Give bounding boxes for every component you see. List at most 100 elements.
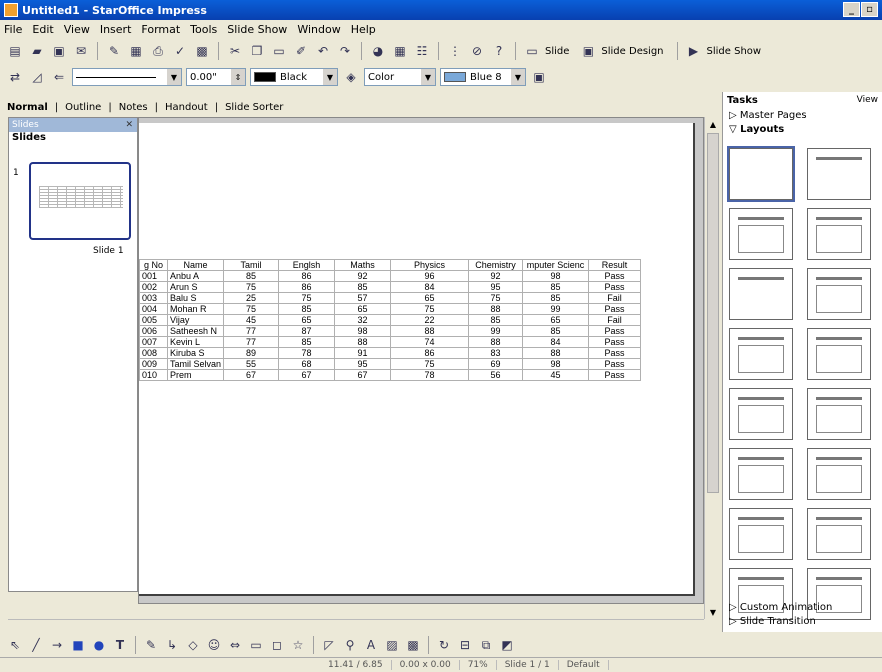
curve-icon[interactable]: ✎ [142,636,160,654]
table-cell[interactable]: 85 [223,270,280,282]
export-pdf-icon[interactable]: ▦ [127,42,145,60]
layout-title-only-2[interactable] [729,268,793,320]
table-cell[interactable]: Balu S [166,292,225,304]
menu-edit[interactable]: Edit [32,23,53,36]
undo-icon[interactable]: ↶ [314,42,332,60]
tasks-view-menu[interactable]: View [857,95,878,105]
basic-shapes-icon[interactable]: ◇ [184,636,202,654]
table-cell[interactable]: 67 [223,369,280,381]
table-cell[interactable]: 25 [223,292,280,304]
table-cell[interactable]: Pass [588,281,642,293]
table-cell[interactable]: 85 [278,336,336,348]
data-table[interactable]: g No Name Tamil Englsh Maths Physics Che… [139,259,642,381]
arrow-style-icon[interactable]: ⇄ [6,68,24,86]
table-cell[interactable]: 95 [334,358,392,370]
table-cell[interactable]: Vijay [166,314,225,326]
line-style-select[interactable]: ▼ [72,68,182,86]
table-cell[interactable]: Pass [588,336,642,348]
line-icon[interactable]: ◿ [28,68,46,86]
paste-icon[interactable]: ▭ [270,42,288,60]
table-cell[interactable]: 003 [139,292,168,304]
edit-file-icon[interactable]: ✎ [105,42,123,60]
symbol-shapes-icon[interactable]: ☺ [205,636,223,654]
table-cell[interactable]: Tamil Selvan [166,358,225,370]
menu-tools[interactable]: Tools [190,23,217,36]
slide-icon[interactable]: ▭ [523,42,541,60]
table-cell[interactable]: 87 [278,325,336,337]
minimize-button[interactable]: _ [843,2,860,17]
fill-color-select[interactable]: Blue 8 ▼ [440,68,526,86]
rectangle-icon[interactable]: ■ [69,636,87,654]
table-cell[interactable]: Pass [588,369,642,381]
horizontal-scrollbar[interactable] [8,619,704,631]
stars-icon[interactable]: ☆ [289,636,307,654]
menu-format[interactable]: Format [141,23,180,36]
line-color-select[interactable]: Black ▼ [250,68,338,86]
table-cell[interactable]: 77 [223,325,280,337]
table-cell[interactable]: 88 [334,336,392,348]
table-cell[interactable]: 91 [334,347,392,359]
layout-title-content[interactable] [729,208,793,260]
table-cell[interactable]: 85 [522,292,590,304]
menu-window[interactable]: Window [297,23,340,36]
table-cell[interactable]: 45 [522,369,590,381]
tab-outline[interactable]: Outline [62,101,104,114]
copy-icon[interactable]: ❐ [248,42,266,60]
table-cell[interactable]: 45 [223,314,280,326]
scroll-up-icon[interactable]: ▲ [705,117,721,131]
slide-design-icon[interactable]: ▣ [579,42,597,60]
table-cell[interactable]: 84 [522,336,590,348]
scroll-down-icon[interactable]: ▼ [705,605,721,619]
table-cell[interactable]: Satheesh N [166,325,225,337]
area-fill-icon[interactable]: ◈ [342,68,360,86]
table-cell[interactable]: Pass [588,347,642,359]
custom-animation-section[interactable]: ▷ Custom Animation [723,600,882,614]
ellipse-icon[interactable]: ● [90,636,108,654]
table-cell[interactable]: 74 [390,336,470,348]
table-cell[interactable]: 001 [139,270,168,282]
table-cell[interactable]: 22 [390,314,470,326]
select-icon[interactable]: ⇖ [6,636,24,654]
layout-title-2-content[interactable] [807,208,871,260]
close-icon[interactable]: ✕ [125,120,133,130]
layouts-section[interactable]: ▽ Layouts [723,122,882,136]
navigator-icon[interactable]: ☷ [413,42,431,60]
extrusion-icon[interactable]: ◩ [498,636,516,654]
table-cell[interactable]: 99 [468,325,524,337]
master-pages-section[interactable]: ▷ Master Pages [723,108,882,122]
table-cell[interactable]: 56 [468,369,524,381]
table-cell[interactable]: 88 [468,303,524,315]
redo-icon[interactable]: ↷ [336,42,354,60]
help-icon[interactable]: ? [490,42,508,60]
table-cell[interactable]: 69 [468,358,524,370]
table-cell[interactable]: 004 [139,303,168,315]
table-cell[interactable]: Mohan R [166,303,225,315]
table-cell[interactable]: 67 [278,369,336,381]
table-cell[interactable]: 010 [139,369,168,381]
layout-blank[interactable] [727,146,795,202]
slide-transition-section[interactable]: ▷ Slide Transition [723,614,882,628]
line-width-field[interactable]: 0.00" ⇕ [186,68,246,86]
table-cell[interactable]: 98 [522,358,590,370]
table-cell[interactable]: 65 [390,292,470,304]
fontwork-icon[interactable]: A [362,636,380,654]
table-cell[interactable]: 95 [468,281,524,293]
slide-thumbnail[interactable] [29,162,131,240]
align-icon[interactable]: ⊟ [456,636,474,654]
fill-mode-select[interactable]: Color ▼ [364,68,436,86]
email-icon[interactable]: ✉ [72,42,90,60]
table-cell[interactable]: 85 [334,281,392,293]
table-cell[interactable]: 88 [522,347,590,359]
slide-canvas[interactable]: g No Name Tamil Englsh Maths Physics Che… [139,123,695,596]
table-cell[interactable]: 78 [390,369,470,381]
table-cell[interactable]: 75 [278,292,336,304]
layout-chart[interactable] [729,328,793,380]
table-cell[interactable]: 32 [334,314,392,326]
arrange-icon[interactable]: ⧉ [477,636,495,654]
table-cell[interactable]: Kevin L [166,336,225,348]
table-cell[interactable]: 85 [522,325,590,337]
text-icon[interactable]: T [111,636,129,654]
tab-slide-sorter[interactable]: Slide Sorter [222,101,286,114]
zoom-icon[interactable]: ⊘ [468,42,486,60]
connector-icon[interactable]: ↳ [163,636,181,654]
